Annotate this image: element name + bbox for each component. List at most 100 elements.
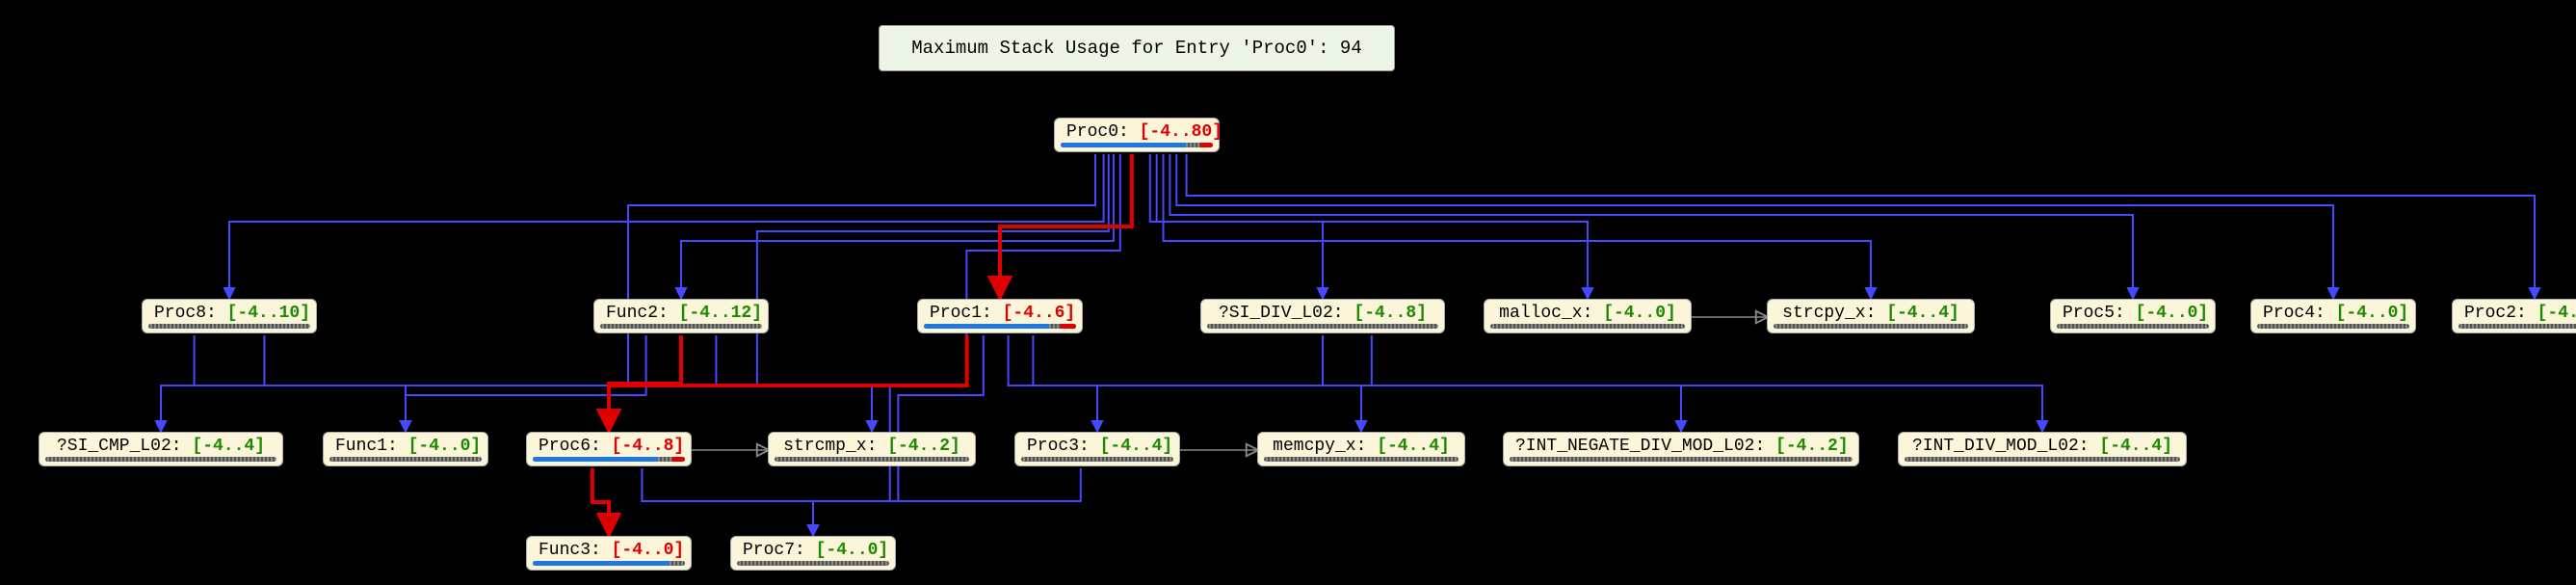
node-range: [-4..8] [1354,304,1427,323]
node-bar [533,457,685,462]
edge-Proc0-Func2 [681,154,1114,299]
node-bar [329,457,482,462]
node-label: Func2: [606,304,679,323]
node-bar [148,324,310,329]
node-memcpyx[interactable]: memcpy_x: [-4..4] [1257,432,1465,466]
node-range: [-4..4] [1886,304,1959,323]
node-range: [-4..6] [1003,304,1076,323]
edge-Proc0-Proc4 [1176,154,2333,299]
edge-Proc0-Proc5 [1170,154,2133,299]
node-SICMP[interactable]: ?SI_CMP_L02: [-4..4] [39,432,283,466]
node-mallocx[interactable]: malloc_x: [-4..0] [1484,299,1692,333]
node-range: [-4..10] [227,304,310,323]
title-box: Maximum Stack Usage for Entry 'Proc0': 9… [879,25,1395,71]
node-Proc3[interactable]: Proc3: [-4..4] [1014,432,1180,466]
node-bar [1021,457,1173,462]
node-range: [-4..0] [612,541,685,560]
edge-Proc0-Proc1 [1000,154,1132,299]
node-bar [1905,457,2180,462]
node-bar [45,457,276,462]
edge-Proc8-SICMP [161,335,195,432]
edge-Proc1-memcpyx [1033,335,1361,432]
title-text: Maximum Stack Usage for Entry 'Proc0': 9… [911,38,1361,59]
node-label: strcpy_x: [1782,304,1886,323]
node-INTDIV[interactable]: ?INT_DIV_MOD_L02: [-4..4] [1898,432,2187,466]
node-label: ?SI_CMP_L02: [57,437,192,456]
edge-SIDIV-INTDIV [1372,335,2042,432]
node-label: Proc2: [2464,304,2537,323]
node-Func1[interactable]: Func1: [-4..0] [323,432,488,466]
edge-Func2-Proc6 [609,335,681,432]
node-strcmpx[interactable]: strcmp_x: [-4..2] [768,432,976,466]
node-bar [1490,324,1685,329]
node-strcpyx[interactable]: strcpy_x: [-4..4] [1767,299,1975,333]
node-label: memcpy_x: [1273,437,1377,456]
edge-Proc0-SIDIV [1150,154,1323,299]
edge-Func2-Func1 [406,335,646,432]
edge-Proc0-strcpyx [1164,154,1871,299]
node-Proc5[interactable]: Proc5: [-4..0] [2050,299,2216,333]
node-bar [924,324,1076,329]
node-label: Proc8: [154,304,227,323]
node-bar [2057,324,2209,329]
node-label: Func1: [335,437,408,456]
node-SIDIV[interactable]: ?SI_DIV_L02: [-4..8] [1200,299,1445,333]
node-range: [-4..80] [1140,122,1222,142]
node-Proc0[interactable]: Proc0: [-4..80] [1054,118,1220,152]
node-range: [-4..4] [1100,437,1173,456]
node-label: ?INT_NEGATE_DIV_MOD_L02: [1515,437,1775,456]
node-bar [775,457,969,462]
edge-Proc3-Proc7 [813,468,1081,536]
node-range: [-4..2] [887,437,960,456]
node-range: [-4..0] [2537,304,2576,323]
node-label: ?INT_DIV_MOD_L02: [1912,437,2099,456]
node-Func2[interactable]: Func2: [-4..12] [593,299,769,333]
edge-Proc6-Proc7 [642,468,813,536]
node-range: [-4..8] [612,437,685,456]
node-range: [-4..4] [2099,437,2172,456]
node-range: [-4..0] [408,437,482,456]
node-bar [1510,457,1853,462]
edge-SIDIV-INTNEG [1323,335,1681,432]
node-range: [-4..4] [192,437,265,456]
node-Proc4[interactable]: Proc4: [-4..0] [2250,299,2416,333]
edge-Proc6-Func3 [592,468,609,536]
node-bar [2257,324,2409,329]
node-Proc1[interactable]: Proc1: [-4..6] [917,299,1083,333]
node-bar [1061,143,1213,147]
node-Proc6[interactable]: Proc6: [-4..8] [526,432,692,466]
node-bar [533,561,685,566]
node-INTNEG[interactable]: ?INT_NEGATE_DIV_MOD_L02: [-4..2] [1503,432,1859,466]
node-label: Proc3: [1027,437,1100,456]
node-Func3[interactable]: Func3: [-4..0] [526,536,692,571]
node-range: [-4..0] [2336,304,2409,323]
node-range: [-4..0] [2136,304,2209,323]
edge-Proc0-Proc2 [1187,154,2535,299]
edge-Proc1-Proc6 [609,335,967,432]
node-bar [2458,324,2576,329]
node-Proc7[interactable]: Proc7: [-4..0] [730,536,896,571]
node-label: Proc7: [743,541,816,560]
node-label: malloc_x: [1499,304,1603,323]
node-label: Func3: [539,541,612,560]
node-range: [-4..0] [816,541,889,560]
node-label: Proc1: [930,304,1003,323]
edge-Proc0-SICMP [161,154,1095,432]
edge-Proc1-Proc3 [1009,335,1097,432]
node-label: Proc6: [539,437,612,456]
node-bar [600,324,762,329]
edge-Proc0-mallocx [1157,154,1588,299]
edge-Proc8-Func1 [264,335,406,432]
node-bar [1774,324,1968,329]
edge-Proc0-Proc7 [813,154,1120,536]
node-label: strcmp_x: [783,437,887,456]
edge-Proc0-Proc8 [229,154,1104,299]
node-range: [-4..12] [679,304,762,323]
edge-Proc0-Func1 [406,154,1109,432]
edge-Func2-strcmpx [716,335,872,432]
node-range: [-4..2] [1775,437,1849,456]
node-Proc8[interactable]: Proc8: [-4..10] [142,299,317,333]
node-label: Proc5: [2063,304,2136,323]
node-Proc2[interactable]: Proc2: [-4..0] [2452,299,2576,333]
node-bar [737,561,889,566]
